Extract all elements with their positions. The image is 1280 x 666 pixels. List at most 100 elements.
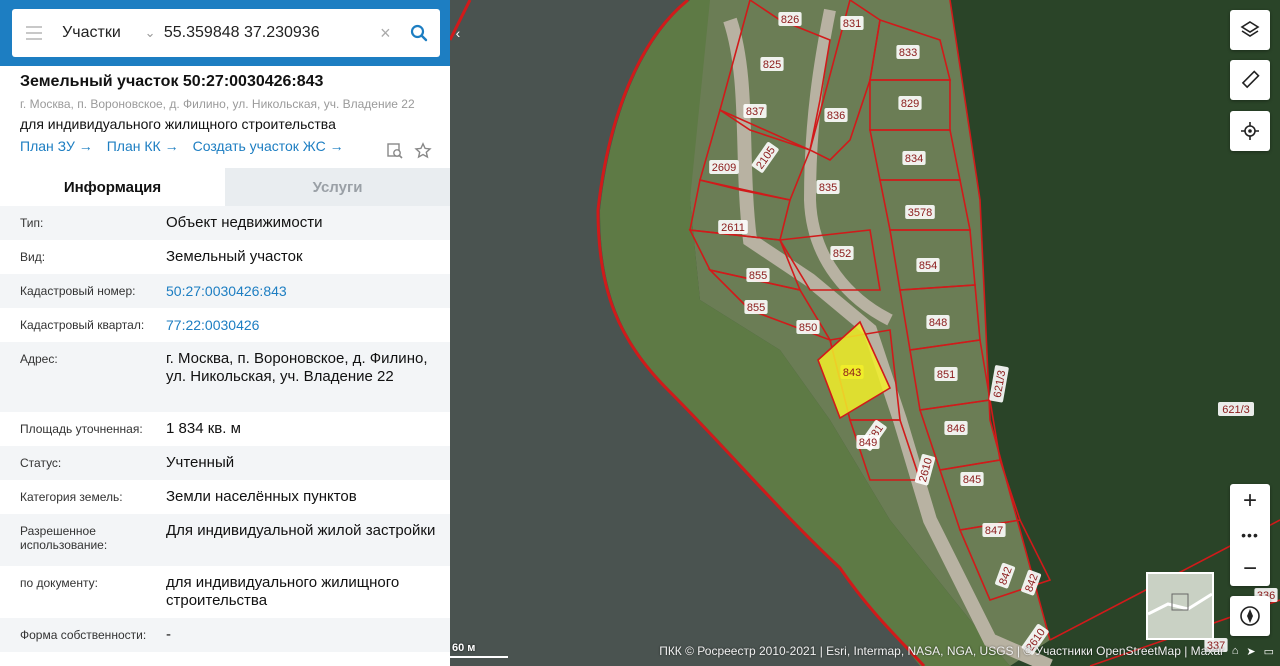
plot-label: 851 (934, 367, 958, 381)
plot-label: 846 (944, 421, 968, 435)
page-title: Земельный участок 50:27:0030426:843 (20, 73, 324, 90)
plot-label: 829 (898, 96, 922, 110)
info-row-cadastral-quarter: Кадастровый квартал: 77:22:0030426 (0, 308, 450, 342)
plot-label: 2609 (709, 160, 739, 174)
svg-text:837: 837 (746, 106, 764, 118)
plot-label: 3578 (905, 205, 935, 219)
plot-label: 835 (816, 180, 840, 194)
tab-info[interactable]: Информация (0, 168, 225, 206)
svg-text:3578: 3578 (908, 207, 932, 219)
row-key: по документу: (20, 576, 98, 590)
plan-zu-link[interactable]: План ЗУ → (20, 138, 93, 154)
window-icon[interactable]: ▭ (1264, 645, 1274, 658)
svg-text:848: 848 (929, 317, 947, 329)
clear-icon[interactable]: × (373, 23, 398, 44)
tab-bar: Информация Услуги (0, 168, 450, 206)
zoom-in-button[interactable]: + (1230, 484, 1270, 518)
ruler-button[interactable] (1230, 60, 1270, 100)
svg-text:855: 855 (747, 302, 765, 314)
search-bar: Участки ⌄ × (0, 0, 450, 66)
svg-text:849: 849 (859, 437, 877, 449)
menu-icon (26, 24, 43, 42)
zoom-to-object-icon[interactable] (386, 142, 404, 160)
row-value: для индивидуального жилищного строительс… (166, 574, 400, 609)
svg-text:834: 834 (905, 153, 923, 165)
svg-text:847: 847 (985, 525, 1003, 537)
svg-text:2611: 2611 (721, 222, 745, 234)
plot-label: 855 (744, 300, 768, 314)
layers-icon (1240, 21, 1260, 37)
row-value: - (166, 626, 171, 643)
plot-label: 621/3 (1218, 402, 1254, 416)
svg-text:845: 845 (963, 474, 981, 486)
send-icon[interactable]: ➤ (1246, 645, 1255, 658)
search-input[interactable] (161, 23, 373, 43)
chevron-left-icon: ‹ (455, 25, 461, 41)
row-value: Земельный участок (166, 248, 303, 265)
more-icon[interactable]: ••• (1230, 518, 1270, 552)
menu-button[interactable] (12, 24, 56, 42)
svg-text:855: 855 (749, 270, 767, 282)
info-panel: Участки ⌄ × Земельный участок 50:27:0030… (0, 0, 450, 666)
star-icon[interactable] (414, 142, 432, 160)
plot-label: 845 (960, 472, 984, 486)
plot-label: 833 (896, 45, 920, 59)
cadastral-quarter-link[interactable]: 77:22:0030426 (166, 316, 436, 342)
info-row-area: Площадь уточненная: 1 834 кв. м (0, 412, 450, 446)
plot-label: 847 (982, 523, 1006, 537)
locate-button[interactable] (1230, 111, 1270, 151)
svg-text:843: 843 (843, 367, 861, 379)
cadastral-number-link[interactable]: 50:27:0030426:843 (166, 282, 436, 308)
header-actions (386, 142, 432, 160)
plot-label: 836 (824, 108, 848, 122)
chevron-down-icon[interactable]: ⌄ (145, 25, 162, 41)
info-row-address: Адрес: г. Москва, п. Вороновское, д. Фил… (0, 342, 450, 412)
category-select[interactable]: Участки (62, 24, 144, 42)
svg-text:825: 825 (763, 59, 781, 71)
row-value: Учтенный (166, 454, 235, 471)
svg-text:2609: 2609 (712, 162, 736, 174)
compass-button[interactable] (1230, 596, 1270, 636)
plot-label: 837 (743, 104, 767, 118)
action-links: План ЗУ → План КК → Создать участок ЖС → (20, 138, 440, 154)
collapse-panel-button[interactable]: ‹ (450, 18, 466, 48)
plot-label: 855 (746, 268, 770, 282)
row-key: Статус: (20, 456, 62, 470)
footer-icons: ⌂ ➤ ▭ (1232, 645, 1274, 658)
plot-label: 825 (760, 57, 784, 71)
parcel-purpose: для индивидуального жилищного строительс… (20, 116, 336, 132)
info-row-land-category: Категория земель: Земли населённых пункт… (0, 480, 450, 514)
plot-label: 826 (778, 12, 802, 26)
plot-label: 849 (856, 435, 880, 449)
zoom-out-button[interactable]: − (1230, 552, 1270, 586)
satellite-imagery: 826 8318338258368298372105 834260983535782… (450, 0, 1280, 666)
home-icon[interactable]: ⌂ (1232, 645, 1239, 658)
layers-button[interactable] (1230, 10, 1270, 50)
row-key: Разрешенное использование: (20, 524, 108, 552)
row-key: Тип: (20, 216, 44, 230)
row-key: Вид: (20, 250, 46, 264)
create-parcel-link[interactable]: Создать участок ЖС → (193, 138, 344, 154)
plot-label: 850 (796, 320, 820, 334)
plot-label: 848 (926, 315, 950, 329)
info-row-cadastral-number: Кадастровый номер: 50:27:0030426:843 (0, 274, 450, 308)
minimap[interactable] (1146, 572, 1214, 640)
search-icon (410, 24, 428, 42)
row-key: Площадь уточненная: (20, 422, 143, 436)
plot-label: 854 (916, 258, 940, 272)
tab-services[interactable]: Услуги (225, 168, 450, 206)
plan-kk-link[interactable]: План КК → (107, 138, 179, 154)
plot-label: 2611 (718, 220, 748, 234)
info-row-by-document: по документу: для индивидуального жилищн… (0, 566, 450, 618)
row-key: Кадастровый квартал: (20, 318, 145, 332)
svg-text:854: 854 (919, 260, 937, 272)
info-row-kind: Вид: Земельный участок (0, 240, 450, 274)
svg-text:829: 829 (901, 98, 919, 110)
info-row-permitted-use: Разрешенное использование: Для индивидуа… (0, 514, 450, 566)
search-button[interactable] (398, 24, 440, 42)
svg-text:850: 850 (799, 322, 817, 334)
plot-label: 834 (902, 151, 926, 165)
info-row-status: Статус: Учтенный (0, 446, 450, 480)
parcel-address: г. Москва, п. Вороновское, д. Филино, ул… (20, 97, 415, 111)
map-view[interactable]: 826 831 833 825 836 829 837 2105 834 2609 835 3578 2… (450, 0, 1280, 666)
